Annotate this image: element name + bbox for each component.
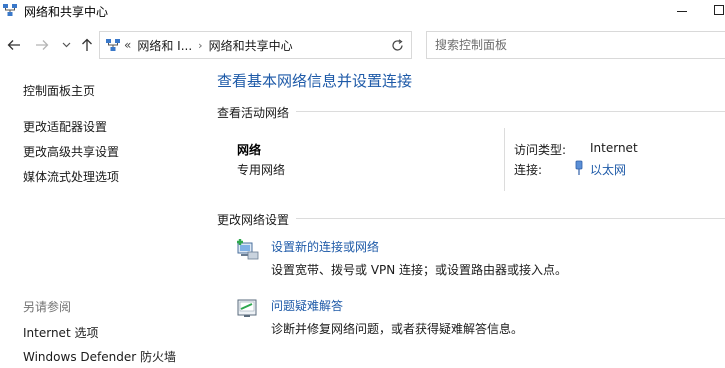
ethernet-icon <box>574 160 584 179</box>
up-arrow-icon <box>82 38 92 51</box>
title-bar: 网络和共享中心 <box>0 0 725 28</box>
network-category-link[interactable]: 专用网络 <box>237 161 285 178</box>
address-overflow-button[interactable]: « <box>124 38 131 52</box>
see-also-heading: 另请参阅 <box>23 300 72 314</box>
change-adapter-settings-link[interactable]: 更改适配器设置 <box>23 118 107 135</box>
active-networks-heading: 查看活动网络 <box>217 106 290 120</box>
forward-button[interactable] <box>32 28 52 62</box>
connections-label: 连接: <box>514 163 543 177</box>
setup-new-connection-description: 设置宽带、拨号或 VPN 连接；或设置路由器或接入点。 <box>271 263 568 277</box>
media-streaming-options-link[interactable]: 媒体流式处理选项 <box>23 168 119 185</box>
change-advanced-sharing-link[interactable]: 更改高级共享设置 <box>23 143 119 160</box>
search-input[interactable] <box>435 35 715 55</box>
refresh-button[interactable] <box>386 28 408 62</box>
breadcrumb-sharing-center[interactable]: 网络和共享中心 <box>209 37 293 54</box>
vertical-divider <box>504 128 505 191</box>
recent-locations-button[interactable] <box>59 28 73 62</box>
firewall-link[interactable]: Windows Defender 防火墙 <box>23 348 176 365</box>
access-type-label: 访问类型: <box>514 143 567 157</box>
forward-arrow-icon <box>36 40 49 50</box>
back-button[interactable] <box>4 28 24 62</box>
window-title: 网络和共享中心 <box>24 5 109 19</box>
change-settings-heading: 更改网络设置 <box>217 213 290 227</box>
troubleshoot-problems-link[interactable]: 问题疑难解答 <box>271 297 343 314</box>
section-divider <box>296 218 725 219</box>
troubleshoot-problems-description: 诊断并修复网络问题，或者获得疑难解答信息。 <box>271 322 524 336</box>
network-name: 网络 <box>237 143 262 157</box>
navigation-bar: « 网络和 I... › 网络和共享中心 <box>0 28 725 62</box>
maximize-button[interactable] <box>706 0 725 22</box>
section-divider <box>296 111 725 112</box>
address-bar[interactable]: « 网络和 I... › 网络和共享中心 <box>99 31 460 59</box>
setup-new-connection-link[interactable]: 设置新的连接或网络 <box>271 238 379 255</box>
breadcrumb-separator-icon[interactable]: › <box>198 39 202 52</box>
network-app-icon <box>2 2 18 18</box>
back-arrow-icon <box>7 40 20 50</box>
search-box[interactable] <box>426 31 725 59</box>
internet-options-link[interactable]: Internet 选项 <box>23 324 98 341</box>
troubleshoot-icon <box>235 297 261 321</box>
minimize-button[interactable] <box>668 0 698 22</box>
page-title: 查看基本网络信息并设置连接 <box>217 72 413 90</box>
chevron-down-icon <box>62 42 70 48</box>
ethernet-connection-link[interactable]: 以太网 <box>590 161 626 178</box>
up-button[interactable] <box>78 28 96 62</box>
access-type-value: Internet <box>590 141 638 155</box>
refresh-icon <box>391 38 403 51</box>
control-panel-icon <box>105 37 121 56</box>
breadcrumb-network-internet[interactable]: 网络和 I... <box>137 37 192 54</box>
new-connection-icon <box>235 238 261 262</box>
control-panel-home-link[interactable]: 控制面板主页 <box>23 82 95 99</box>
